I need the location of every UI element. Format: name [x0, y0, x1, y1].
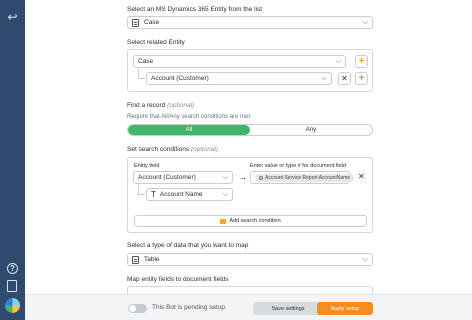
data-type-label: Select a type of data that you want to m… — [127, 242, 249, 249]
search-label-text: Set search conditions — [127, 146, 190, 153]
save-settings-button[interactable]: Save settings — [253, 302, 323, 315]
text-field-icon: T — [151, 190, 156, 199]
chevron-down-icon: ⌵ — [335, 58, 341, 65]
data-type-select[interactable]: Table ⌵ — [127, 253, 373, 266]
related-child-select[interactable]: Account (Customer) ⌵ — [146, 72, 332, 85]
entity-field-value: Account (Customer) — [138, 174, 196, 181]
entity-icon — [132, 18, 139, 27]
find-optional: (optional) — [167, 102, 195, 109]
left-rail: ↩ ? — [0, 0, 25, 320]
related-child-value: Account (Customer) — [151, 75, 209, 82]
chevron-down-icon: ⌵ — [222, 191, 228, 198]
document-field-token[interactable]: Account Service Report AccountName — [255, 173, 355, 182]
arrow-right-icon: → — [238, 172, 247, 182]
chevron-down-icon: ⌵ — [362, 256, 368, 263]
find-hint: Require that All/Any search conditions a… — [127, 114, 251, 120]
entity-label: Select an MS Dynamics 365 Entity from th… — [127, 6, 263, 13]
option-any[interactable]: Any — [250, 125, 372, 135]
add-search-condition-button[interactable]: Add search condition — [134, 215, 367, 227]
find-label: Find a record (optional) — [127, 102, 194, 109]
sub-field-value: Account Name — [159, 191, 203, 198]
remove-related-button[interactable]: ✕ — [338, 72, 351, 85]
bot-status-toggle[interactable] — [128, 304, 147, 313]
search-label: Set search conditions (optional) — [127, 146, 218, 153]
all-any-toggle[interactable]: All Any — [127, 124, 373, 136]
back-arrow-icon[interactable]: ↩ — [5, 9, 20, 24]
pending-status: This Bot is pending setup — [152, 304, 225, 311]
token-icon — [259, 175, 263, 180]
entity-field-label: Entity field — [134, 163, 160, 169]
related-parent-value: Case — [138, 58, 154, 65]
map-label: Map entity fields to document fields — [127, 276, 229, 283]
apply-setup-button[interactable]: Apply setup — [317, 302, 373, 315]
main-content: Select an MS Dynamics 365 Entity from th… — [25, 0, 472, 320]
help-icon[interactable]: ? — [7, 263, 18, 274]
app-logo-icon[interactable] — [5, 298, 20, 313]
related-panel: Case ⌵ + Account (Customer) ⌵ ✕ + — [127, 49, 373, 92]
tree-connector — [138, 185, 145, 195]
value-input[interactable]: Account Service Report AccountName — [250, 171, 355, 184]
chevron-down-icon: ⌵ — [362, 19, 368, 26]
add-condition-label: Add search condition — [229, 218, 281, 224]
sub-field-select[interactable]: T Account Name ⌵ — [146, 188, 233, 201]
chevron-down-icon: ⌵ — [321, 75, 327, 82]
entity-select[interactable]: Case ⌵ — [127, 16, 373, 29]
entity-value: Case — [144, 19, 160, 26]
add-condition-icon — [220, 218, 227, 224]
search-optional: (optional) — [190, 146, 219, 153]
table-icon — [132, 255, 139, 264]
related-label: Select related Entity — [127, 39, 185, 46]
entity-field-select[interactable]: Account (Customer) ⌵ — [133, 171, 233, 184]
tree-connector — [138, 69, 145, 79]
value-label: Enter value or type # for document field — [250, 163, 346, 169]
document-icon[interactable] — [7, 280, 17, 292]
search-panel: Entity field Enter value or type # for d… — [127, 157, 373, 233]
add-related-button[interactable]: + — [355, 55, 368, 68]
add-nested-related-button[interactable]: + — [355, 72, 368, 85]
remove-condition-icon[interactable]: ✕ — [358, 172, 365, 181]
find-label-text: Find a record — [127, 102, 166, 109]
footer-bar: This Bot is pending setup Save settings … — [25, 294, 472, 320]
chevron-down-icon: ⌵ — [222, 174, 228, 181]
related-parent-select[interactable]: Case ⌵ — [133, 55, 346, 68]
data-type-value: Table — [144, 256, 160, 263]
token-text: Account Service Report AccountName — [265, 174, 351, 181]
option-all[interactable]: All — [128, 125, 250, 135]
